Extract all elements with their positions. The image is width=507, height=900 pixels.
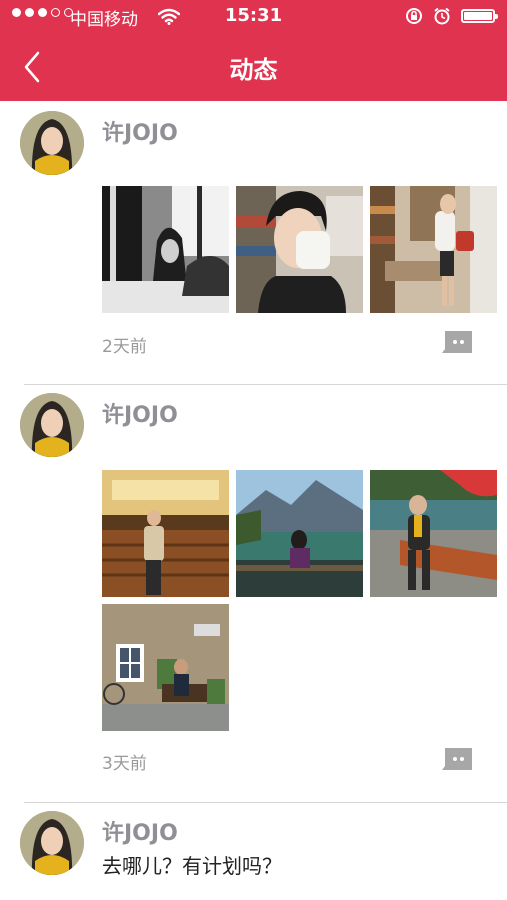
post-item: 许JOJO (0, 101, 507, 385)
avatar[interactable] (20, 811, 84, 875)
post-photo[interactable] (236, 470, 363, 597)
post-item: 许JOJO (0, 385, 507, 803)
author-name[interactable]: 许JOJO (102, 397, 178, 429)
lock-rotation-icon (406, 8, 422, 24)
post-photo[interactable] (370, 186, 497, 313)
post-photo[interactable] (102, 470, 229, 597)
post-photo[interactable] (102, 186, 229, 313)
comment-icon[interactable] (442, 331, 472, 353)
post-item: 许JOJO 去哪儿？有计划吗？ (0, 803, 507, 900)
post-photo[interactable] (102, 604, 229, 731)
battery-icon (461, 9, 498, 23)
app-header: 中国移动 15:31 动态 (0, 0, 507, 101)
page-title: 动态 (229, 56, 278, 84)
post-photo[interactable] (236, 186, 363, 313)
post-time: 3天前 (102, 754, 147, 774)
status-bar: 中国移动 15:31 (0, 0, 507, 34)
author-name[interactable]: 许JOJO (102, 115, 178, 147)
alarm-icon (434, 7, 450, 25)
post-time: 2天前 (102, 337, 147, 357)
avatar[interactable] (20, 393, 84, 457)
author-name[interactable]: 许JOJO (102, 815, 178, 847)
avatar[interactable] (20, 111, 84, 175)
comment-icon[interactable] (442, 748, 472, 770)
post-photo[interactable] (370, 470, 497, 597)
post-text: 去哪儿？有计划吗？ (102, 854, 282, 878)
